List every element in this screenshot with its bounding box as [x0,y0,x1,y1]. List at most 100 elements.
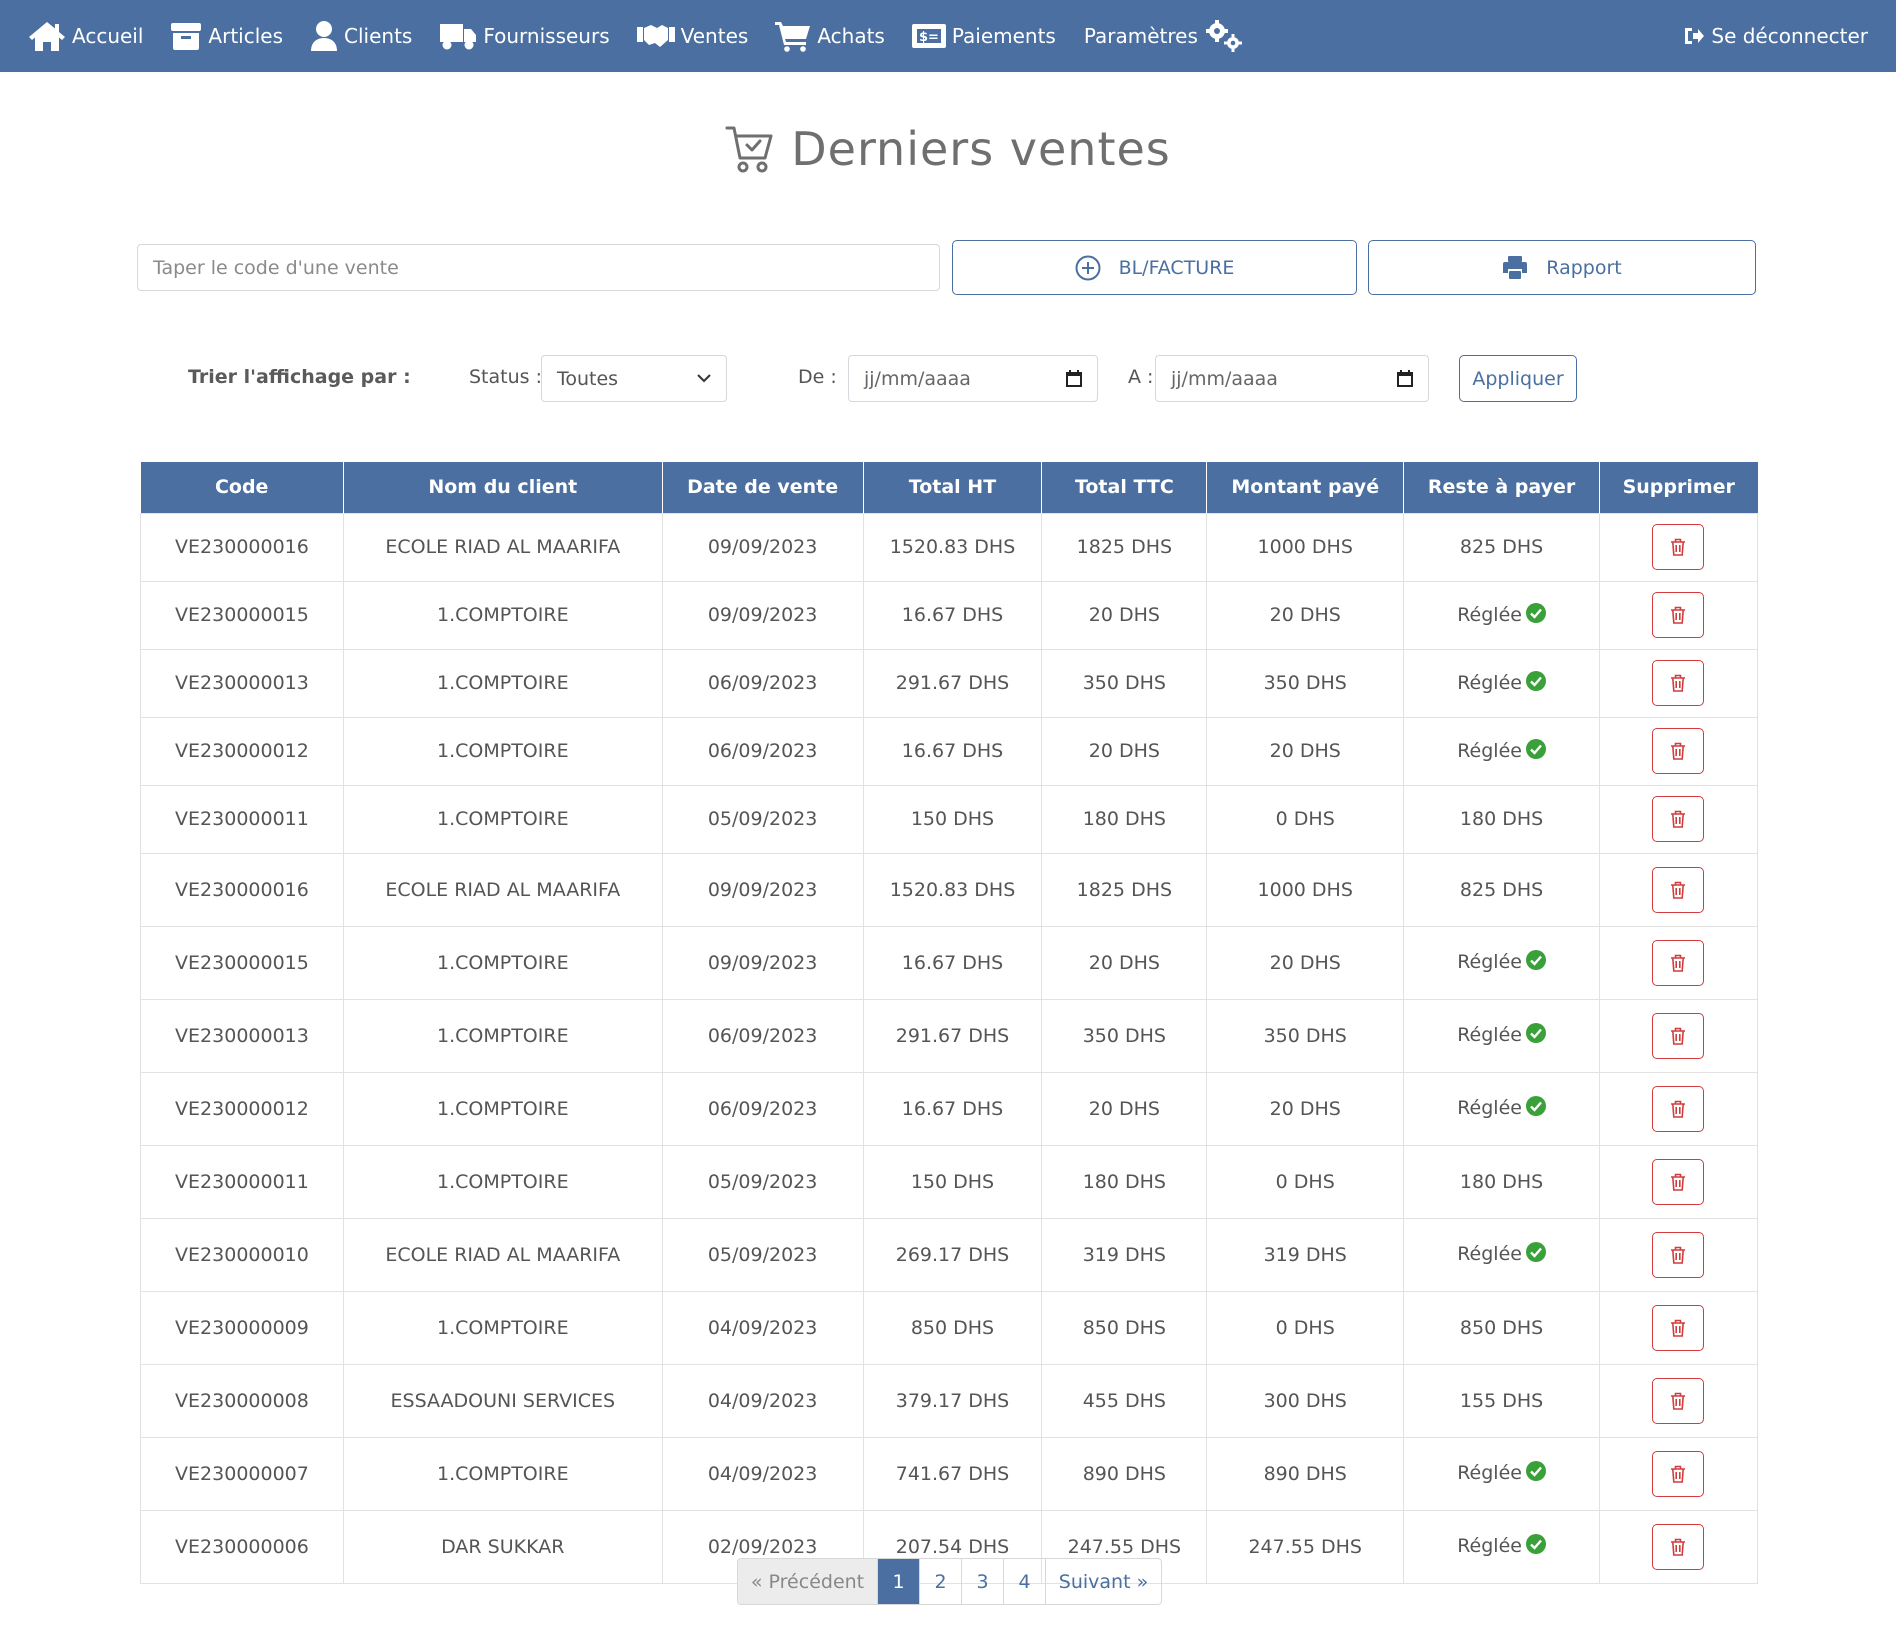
column-header[interactable]: Total TTC [1041,462,1207,513]
delete-button[interactable] [1652,1523,1705,1570]
trash-icon [1671,742,1686,760]
delete-button[interactable] [1652,1304,1705,1351]
nav-clients[interactable]: Clients [310,0,412,72]
delete-button[interactable] [1652,866,1705,913]
column-header[interactable]: Reste à payer [1403,462,1600,513]
nav-parametres[interactable]: Paramètres [1084,0,1244,72]
table-row[interactable]: VE230000007 1.COMPTOIRE 04/09/2023 741.67 D… [140,1436,1759,1511]
trash-icon [1671,1100,1686,1118]
nav-label: Paramètres [1083,24,1198,48]
column-header[interactable]: Total HT [862,462,1042,513]
nav-fournisseurs[interactable]: Fournisseurs [439,0,610,72]
total-ht: 379.17 DHS [862,1363,1043,1438]
delete-button[interactable] [1652,939,1705,986]
nav-articles[interactable]: Articles [170,0,283,72]
nav-ventes[interactable]: Ventes [636,0,748,72]
delete-cell [1598,1509,1759,1584]
table-row[interactable]: VE230000011 1.COMPTOIRE 05/09/2023 150 DHS 1… [140,1144,1759,1219]
status-select[interactable]: Toutes [541,355,727,402]
pagination-prev[interactable]: « Précédent [738,1559,877,1604]
amount-paid: 0 DHS [1206,1144,1405,1219]
sale-date: 09/09/2023 [661,852,864,927]
search-input[interactable] [137,244,940,291]
client-name: ECOLE RIAD AL MAARIFA [342,852,663,927]
sale-code: VE230000013 [140,648,344,718]
amount-paid: 350 DHS [1206,998,1405,1073]
table-row[interactable]: VE230000008 ESSAADOUNI SERVICES 04/09/2023… [140,1363,1759,1438]
column-header[interactable]: Code [140,462,344,513]
sale-code: VE230000012 [140,1071,344,1146]
date-from-input[interactable]: jj/mm/aaaa [848,355,1098,402]
total-ht: 16.67 DHS [862,716,1043,786]
delete-button[interactable] [1652,1158,1705,1205]
column-header[interactable]: Nom du client [342,462,663,513]
table-row[interactable]: VE230000010 ECOLE RIAD AL MAARIFA 05/09/20… [140,1217,1759,1292]
table-row[interactable]: VE230000016 ECOLE RIAD AL MAARIFA 09/09/20… [140,512,1759,582]
client-name: 1.COMPTOIRE [342,998,663,1073]
trash-icon [1671,954,1686,972]
delete-button[interactable] [1652,592,1705,638]
delete-cell [1598,852,1759,927]
client-name: 1.COMPTOIRE [342,925,663,1000]
date-to-input[interactable]: jj/mm/aaaa [1155,355,1429,402]
amount-paid: 247.55 DHS [1206,1509,1405,1584]
delete-button[interactable] [1652,1450,1705,1497]
logout-label: Se déconnecter [1711,24,1868,48]
table-row[interactable]: VE230000012 1.COMPTOIRE 06/09/2023 16.67 DH… [140,716,1759,786]
delete-button[interactable] [1652,1377,1705,1424]
client-name: 1.COMPTOIRE [342,1144,663,1219]
table-row[interactable]: VE230000011 1.COMPTOIRE 05/09/2023 150 DHS 1… [140,784,1759,854]
nav-paiements[interactable]: $= Paiements [911,0,1056,72]
column-header[interactable]: Date de vente [661,462,864,513]
table-row[interactable]: VE230000012 1.COMPTOIRE 06/09/2023 16.67 DH… [140,1071,1759,1146]
table-row[interactable]: VE230000015 1.COMPTOIRE 09/09/2023 16.67 DH… [140,925,1759,1000]
pagination-page[interactable]: 2 [919,1559,961,1604]
amount-paid: 1000 DHS [1206,512,1405,582]
delete-button[interactable] [1652,1231,1705,1278]
delete-button[interactable] [1652,796,1705,842]
total-ht: 16.67 DHS [862,1071,1043,1146]
delete-button[interactable] [1652,524,1705,570]
sale-code: VE230000009 [140,1290,344,1365]
table-row[interactable]: VE230000016 ECOLE RIAD AL MAARIFA 09/09/20… [140,852,1759,927]
delete-button[interactable] [1652,1085,1705,1132]
client-name: 1.COMPTOIRE [342,1290,663,1365]
pagination-next[interactable]: Suivant » [1045,1559,1161,1604]
total-ht: 16.67 DHS [862,925,1043,1000]
total-ht: 291.67 DHS [862,648,1043,718]
total-ttc: 319 DHS [1041,1217,1208,1292]
pagination-page[interactable]: 1 [877,1559,919,1604]
client-name: 1.COMPTOIRE [342,716,663,786]
calendar-icon[interactable] [1066,370,1082,387]
total-ht: 291.67 DHS [862,998,1043,1073]
delete-cell [1598,925,1759,1000]
delete-cell [1598,716,1759,786]
apply-button[interactable]: Appliquer [1459,355,1577,402]
nav-accueil[interactable]: Accueil [28,0,143,72]
calendar-icon[interactable] [1397,370,1413,387]
rapport-button[interactable]: Rapport [1368,240,1756,295]
nav-label: Clients [344,24,413,48]
logout-link[interactable]: Se déconnecter [1683,0,1868,72]
status-reglee: Réglée [1457,1097,1522,1119]
pagination-page[interactable]: 4 [1003,1559,1045,1604]
pagination-page[interactable]: 3 [961,1559,1003,1604]
total-ht: 269.17 DHS [862,1217,1043,1292]
bl-facture-button[interactable]: BL/FACTURE [952,240,1357,295]
table-row[interactable]: VE230000015 1.COMPTOIRE 09/09/2023 16.67 DH… [140,580,1759,650]
nav-achats[interactable]: Achats [775,0,885,72]
table-row[interactable]: VE230000009 1.COMPTOIRE 04/09/2023 850 DHS 8… [140,1290,1759,1365]
column-header[interactable]: Montant payé [1206,462,1404,513]
table-row[interactable]: VE230000013 1.COMPTOIRE 06/09/2023 291.67 D… [140,998,1759,1073]
total-ht: 741.67 DHS [862,1436,1043,1511]
delete-button[interactable] [1652,660,1705,706]
total-ttc: 20 DHS [1041,925,1208,1000]
sale-date: 09/09/2023 [661,925,864,1000]
client-name: 1.COMPTOIRE [342,784,663,854]
delete-button[interactable] [1652,1012,1705,1059]
table-row[interactable]: VE230000013 1.COMPTOIRE 06/09/2023 291.67 D… [140,648,1759,718]
total-ttc: 890 DHS [1041,1436,1208,1511]
delete-button[interactable] [1652,728,1705,774]
date-to-label: A : [1128,366,1154,388]
nav-label: Articles [208,24,284,48]
